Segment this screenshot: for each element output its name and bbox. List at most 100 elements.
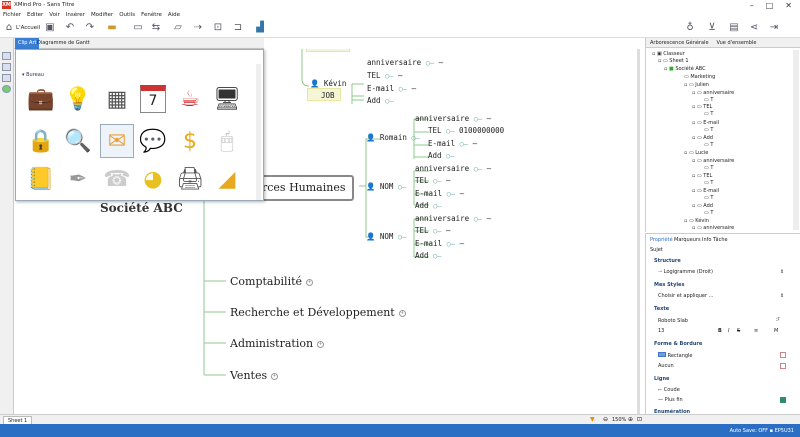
list-icon[interactable] xyxy=(2,63,11,71)
nom2-tel[interactable]: TEL ○— — xyxy=(415,226,451,235)
tree-item-anniversaire[interactable]: ▫ ▭ anniversaire xyxy=(692,90,734,96)
kevin-topic[interactable]: 👤 Kévin xyxy=(310,79,346,88)
ruler-triangle-icon[interactable]: ◢ xyxy=(211,163,243,195)
dollar-coin-icon[interactable]: $ xyxy=(174,125,206,157)
topic-icon[interactable]: ▭ xyxy=(132,22,144,34)
tree-item-empty[interactable]: ▭ T xyxy=(704,180,713,186)
tree-item-societe[interactable]: ▫ ■ Société ABC xyxy=(664,66,706,72)
styles-section[interactable]: Mes Styles xyxy=(654,282,684,288)
zoom-out-icon[interactable]: ⊖ xyxy=(603,416,608,423)
pen-icon[interactable]: ✒ xyxy=(62,163,94,195)
autosave-status[interactable]: Auto Save: OFF ▪ EP5U31 xyxy=(730,428,794,434)
canvas-scrollbar[interactable] xyxy=(637,49,640,414)
fit-icon[interactable]: ⊡ xyxy=(637,416,642,423)
kevin-add[interactable]: Add ○— xyxy=(367,96,394,105)
expand-icon[interactable]: + xyxy=(271,372,279,380)
menu-tools[interactable]: Outils xyxy=(119,12,135,18)
chat-bubbles-icon[interactable]: 💬 xyxy=(137,125,169,157)
pie-chart-icon[interactable]: ◕ xyxy=(137,163,169,195)
tree-item-email[interactable]: ▫ ▭ E-mail xyxy=(692,188,719,194)
branch-comptabilite[interactable]: Comptabilité + xyxy=(230,275,314,288)
callout-icon[interactable]: ▱ xyxy=(172,22,184,34)
home-button[interactable]: L'Accueil xyxy=(16,25,40,31)
undo-icon[interactable]: ↶ xyxy=(64,22,76,34)
tab-properties[interactable]: Propriété xyxy=(650,237,673,243)
nom1-email[interactable]: E-mail ○— — xyxy=(415,189,464,198)
tree-item-empty[interactable]: ▭ T xyxy=(704,127,713,133)
folder-icon[interactable]: ▬ xyxy=(106,22,118,34)
boundary-icon[interactable]: ⊡ xyxy=(212,22,224,34)
line-width-select[interactable]: — Plus fin xyxy=(658,397,683,403)
tree-item-empty[interactable]: ▭ T xyxy=(704,97,713,103)
outline-scrollbar[interactable] xyxy=(793,50,799,230)
nom1-add[interactable]: Add ○— xyxy=(415,201,442,210)
clipart-scrollbar[interactable] xyxy=(256,64,261,200)
branch-recherche[interactable]: Recherche et Développement + xyxy=(230,306,406,319)
shape-section[interactable]: Forme & Bordure xyxy=(654,341,702,347)
structure-section[interactable]: Structure xyxy=(654,258,681,264)
tree-item-julien[interactable]: ▫ ▭ Julien xyxy=(684,82,709,88)
menu-help[interactable]: Aide xyxy=(168,12,180,18)
kevin-tel[interactable]: TEL ○— — xyxy=(367,71,403,80)
text-more-button[interactable]: M xyxy=(774,328,778,334)
tree-item-tel[interactable]: ▫ ▭ TEL xyxy=(692,104,712,110)
menu-insert[interactable]: Insérer xyxy=(66,12,85,18)
romain-add[interactable]: Add ○— xyxy=(428,151,455,160)
zoom-in-icon[interactable]: ⊕ xyxy=(628,416,633,423)
calculator-icon[interactable]: ▦ xyxy=(101,83,133,115)
menu-view[interactable]: Voir xyxy=(49,12,60,18)
menu-file[interactable]: Fichier xyxy=(3,12,21,18)
bold-button[interactable]: B xyxy=(718,328,722,334)
text-section[interactable]: Texte xyxy=(654,306,669,312)
coffee-cup-icon[interactable]: ☕ xyxy=(174,83,206,115)
tree-item-add[interactable]: ▫ ▭ Add xyxy=(692,203,713,209)
kevin-email[interactable]: E-mail ○— — xyxy=(367,84,416,93)
align-button[interactable]: ≡ xyxy=(754,328,758,334)
tab-markers[interactable]: Marqueurs xyxy=(674,237,701,243)
tree-item-empty[interactable]: ▭ T xyxy=(704,142,713,148)
tab-clipart[interactable]: Clip Art xyxy=(15,38,40,49)
tree-item-anniversaire[interactable]: ▫ ▭ anniversaire xyxy=(692,225,734,231)
tree-item-classeur[interactable]: ▫ ▣ Classeur xyxy=(652,51,685,57)
tab-outline[interactable]: Arborescence Générale xyxy=(650,38,709,47)
style-select[interactable]: Choisir et appliquer ... xyxy=(658,293,713,299)
filter-icon[interactable]: ▼ xyxy=(590,416,595,423)
maximize-icon[interactable]: □ xyxy=(766,1,774,10)
strike-button[interactable]: S xyxy=(737,328,740,334)
summary-icon[interactable]: ⊐ xyxy=(232,22,244,34)
nom2-anniversaire[interactable]: anniversaire ○— — xyxy=(415,214,491,223)
marker-icon[interactable] xyxy=(2,85,11,93)
expand-icon[interactable]: + xyxy=(398,309,406,317)
font-icon[interactable]: ℱ xyxy=(776,317,780,323)
close-icon[interactable]: ✕ xyxy=(785,1,792,10)
nom1-anniversaire[interactable]: anniversaire ○— — xyxy=(415,164,491,173)
export-icon[interactable]: ⇥ xyxy=(768,22,780,34)
minimize-icon[interactable]: – xyxy=(750,1,754,10)
romain-anniversaire[interactable]: anniversaire ○— — xyxy=(415,114,491,123)
menu-window[interactable]: Fenêtre xyxy=(141,12,162,18)
tree-item-empty[interactable]: ▭ T xyxy=(704,165,713,171)
tree-item-empty[interactable]: ▭ T xyxy=(704,210,713,216)
tree-item-marketing[interactable]: ▭ Marketing xyxy=(684,74,715,80)
branch-ventes[interactable]: Ventes + xyxy=(230,369,279,382)
subtopic-icon[interactable]: ⇆ xyxy=(150,22,162,34)
lock-icon[interactable]: 🔒 xyxy=(25,125,57,157)
tab-task-info[interactable]: Info Tâche xyxy=(702,237,728,243)
tree-item-lucie[interactable]: ▫ ▭ Lucie xyxy=(684,150,708,156)
notebook-icon[interactable]: 📒 xyxy=(25,163,57,195)
font-select[interactable]: Roboto Slab xyxy=(658,318,688,324)
home-icon[interactable]: ⌂ xyxy=(3,22,15,34)
nom2-email[interactable]: E-mail ○— — xyxy=(415,239,464,248)
tab-overview[interactable]: Vue d'ensemble xyxy=(717,38,757,47)
tree-item-empty[interactable]: ▭ T xyxy=(704,195,713,201)
menu-modify[interactable]: Modifier xyxy=(91,12,113,18)
tree-item-add[interactable]: ▫ ▭ Add xyxy=(692,135,713,141)
chevron-updown-icon[interactable]: ⇕ xyxy=(780,293,784,299)
calendar-icon[interactable]: 7 xyxy=(137,83,169,115)
outline-icon[interactable] xyxy=(2,74,11,82)
tab-gantt[interactable]: Diagramme de Gantt xyxy=(37,40,90,46)
image-icon[interactable]: ▟ xyxy=(254,22,266,34)
tree-item-empty[interactable]: ▭ T xyxy=(704,111,713,117)
idea-icon[interactable]: ♁ xyxy=(684,22,696,34)
font-size-select[interactable]: 13 xyxy=(658,328,664,334)
